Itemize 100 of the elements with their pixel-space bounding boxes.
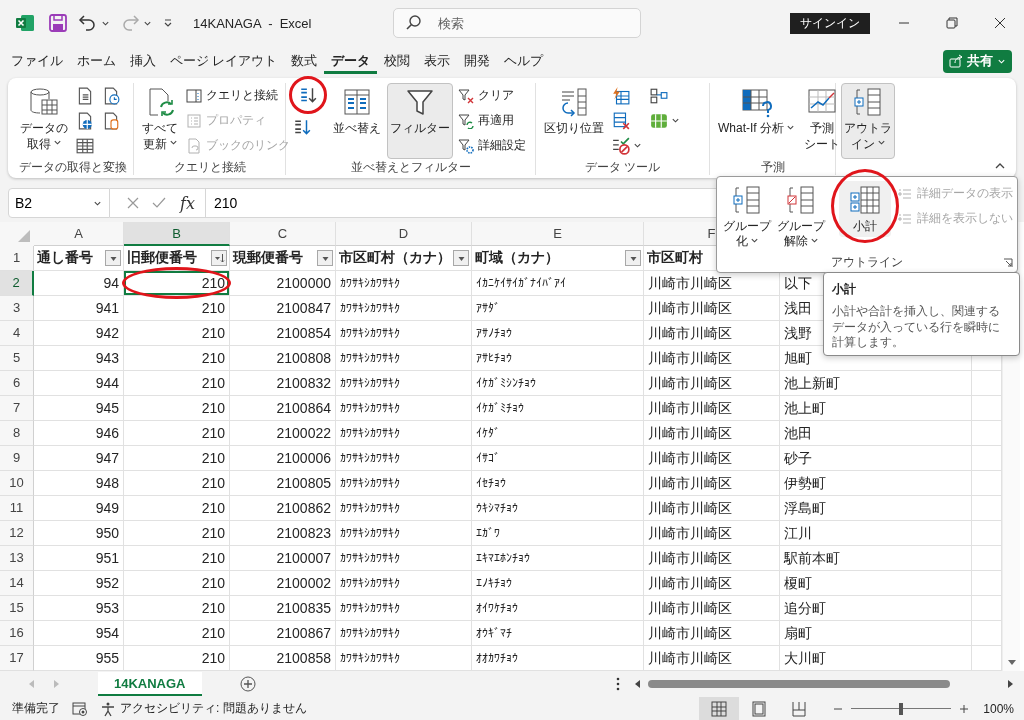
table-cell-text: ｲｹｶﾞﾐｼﾝﾁｮｳ: [475, 375, 537, 392]
zoom-thumb[interactable]: [899, 702, 904, 715]
group-label: クエリと接続: [172, 159, 247, 175]
search-field[interactable]: 検索: [393, 8, 641, 38]
right-arrow-icon: [52, 680, 60, 688]
table-cell-text: 川崎市川崎区: [647, 474, 733, 493]
zoom-level: 100%: [983, 701, 1014, 716]
sign-in-button[interactable]: サインイン: [790, 12, 870, 34]
column-header[interactable]: B: [124, 222, 230, 246]
table-cell-text: ｶﾜｻｷｼｶﾜｻｷｸ: [339, 650, 401, 667]
row-header[interactable]: 5: [0, 346, 34, 371]
table-cell-text: 210: [200, 374, 226, 393]
row-header[interactable]: 11: [0, 496, 34, 521]
table-cell-text: 210: [200, 499, 226, 518]
row-header[interactable]: 10: [0, 471, 34, 496]
accessibility-button[interactable]: アクセシビリティ: 問題ありません: [100, 700, 307, 717]
table-cell-text: 2100022: [275, 424, 332, 443]
row-header[interactable]: 14: [0, 571, 34, 596]
filter-dropdown-button[interactable]: [105, 250, 121, 266]
menu-tab[interactable]: 数式: [284, 48, 325, 74]
table-cell-text: 210: [200, 649, 226, 668]
scrollbar-thumb[interactable]: [648, 680, 950, 688]
row-header[interactable]: 1: [0, 246, 34, 271]
filter-dropdown-button[interactable]: [625, 250, 641, 266]
sort-filter-icon: [213, 252, 225, 264]
plus-circle-icon: [239, 676, 256, 692]
validation-icon: [612, 136, 630, 155]
column-header[interactable]: D: [336, 222, 472, 246]
what-if-button[interactable]: What-If 分析: [715, 83, 798, 140]
row-header[interactable]: 4: [0, 321, 34, 346]
share-button[interactable]: 共有: [943, 49, 1012, 73]
name-box[interactable]: B2: [8, 188, 110, 218]
row-header[interactable]: 8: [0, 421, 34, 446]
column-heading: 通し番号: [37, 249, 93, 267]
table-cell-text: 2100002: [275, 574, 332, 593]
text-to-columns-button[interactable]: 区切り位置: [541, 83, 607, 140]
normal-view-button[interactable]: [699, 697, 740, 720]
subtotal-button[interactable]: 小計: [839, 181, 891, 237]
reapply-button[interactable]: 再適用: [456, 108, 528, 133]
row-header[interactable]: 6: [0, 371, 34, 396]
queries-button[interactable]: クエリと接続: [184, 83, 292, 108]
menu-tab[interactable]: 挿入: [123, 48, 163, 74]
row-header[interactable]: 9: [0, 446, 34, 471]
table-cell-text: 浮島町: [783, 499, 827, 518]
caret-icon: [633, 141, 642, 150]
table-cell-text: 946: [94, 424, 120, 443]
table-cell-text: 川崎市川崎区: [647, 324, 733, 343]
row-header[interactable]: 2: [0, 271, 34, 296]
filter-dropdown-button[interactable]: [211, 250, 227, 266]
advanced-button[interactable]: 詳細設定: [456, 133, 528, 158]
column-header[interactable]: A: [34, 222, 124, 246]
menu-tab[interactable]: ページ レイアウト: [163, 48, 285, 74]
row-header[interactable]: 13: [0, 546, 34, 571]
row-header[interactable]: 3: [0, 296, 34, 321]
page-break-icon: [791, 700, 808, 717]
column-header[interactable]: C: [230, 222, 336, 246]
clear-button[interactable]: クリア: [456, 83, 528, 108]
outline-button[interactable]: アウトラ イン: [841, 83, 895, 159]
table-cell-text: ｱｻﾉﾁｮｳ: [475, 325, 513, 342]
table-cell-text: 955: [94, 649, 120, 668]
row-header[interactable]: 17: [0, 646, 34, 671]
row-header[interactable]: 7: [0, 396, 34, 421]
table-cell-text: ｶﾜｻｷｼｶﾜｻｷｸ: [339, 275, 401, 292]
table-cell-text: ｶﾜｻｷｼｶﾜｻｷｸ: [339, 500, 401, 517]
insert-function-button[interactable]: fx: [176, 193, 199, 213]
menu-tab[interactable]: 校閲: [377, 48, 418, 74]
filter-dropdown-button[interactable]: [317, 250, 333, 266]
funnel-refresh-icon: [458, 112, 474, 129]
table-cell-text: 浅野: [783, 324, 813, 343]
table-cell-text: ｳｷｼﾏﾁｮｳ: [475, 500, 519, 517]
caret-icon: [162, 17, 174, 29]
table-cell-text: 210: [200, 324, 226, 343]
menu-tab[interactable]: ヘルプ: [497, 48, 551, 74]
menu-tab[interactable]: 表示: [417, 48, 458, 74]
sheet-tab[interactable]: 14KANAGA: [98, 672, 202, 696]
sort-grid-icon: [341, 86, 373, 118]
table-cell-text: ｶﾜｻｷｼｶﾜｻｷｸ: [339, 475, 401, 492]
table-cell-text: ｶﾜｻｷｼｶﾜｻｷｸ: [339, 550, 401, 567]
sort-button[interactable]: 並べ替え: [330, 83, 384, 140]
menu-tab[interactable]: 開発: [457, 48, 498, 74]
table-cell-text: 以下: [783, 274, 813, 293]
get-data-button[interactable]: データの 取得: [17, 83, 71, 156]
filter-button[interactable]: フィルター: [387, 83, 453, 159]
row-header[interactable]: 12: [0, 521, 34, 546]
plus-icon: [959, 703, 970, 714]
row-header[interactable]: 15: [0, 596, 34, 621]
refresh-all-button[interactable]: すべて 更新: [139, 83, 181, 156]
table-cell-text: 2100854: [275, 324, 332, 343]
menu-tab[interactable]: データ: [324, 48, 378, 74]
menu-tab[interactable]: ファイル: [4, 48, 70, 74]
outline-icon: [852, 86, 884, 118]
row-header[interactable]: 16: [0, 621, 34, 646]
table-cell-text: ｶﾜｻｷｼｶﾜｻｷｸ: [339, 375, 401, 392]
excel-logo-icon: [15, 13, 35, 33]
table-cell-text: ｶﾜｻｷｼｶﾜｻｷｸ: [339, 575, 401, 592]
filter-dropdown-button[interactable]: [453, 250, 469, 266]
column-header[interactable]: E: [472, 222, 644, 246]
table-cell-text: ｶﾜｻｷｼｶﾜｻｷｸ: [339, 325, 401, 342]
menu-tab[interactable]: ホーム: [70, 48, 123, 74]
document-icon: [76, 86, 94, 105]
